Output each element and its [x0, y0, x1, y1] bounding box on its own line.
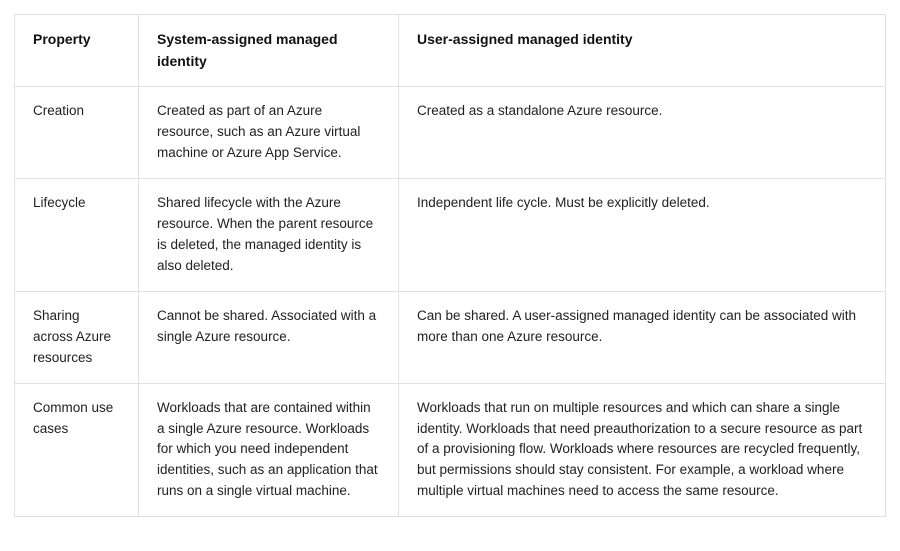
cell-system: Cannot be shared. Associated with a sing…: [139, 291, 399, 383]
identity-comparison-table: Property System-assigned managed identit…: [14, 14, 886, 517]
cell-property: Creation: [15, 87, 139, 179]
cell-property: Common use cases: [15, 383, 139, 517]
cell-system: Workloads that are contained within a si…: [139, 383, 399, 517]
cell-user: Workloads that run on multiple resources…: [399, 383, 886, 517]
header-property: Property: [15, 15, 139, 87]
cell-user: Can be shared. A user-assigned managed i…: [399, 291, 886, 383]
table-row: Creation Created as part of an Azure res…: [15, 87, 886, 179]
cell-user: Created as a standalone Azure resource.: [399, 87, 886, 179]
header-user: User-assigned managed identity: [399, 15, 886, 87]
cell-system: Created as part of an Azure resource, su…: [139, 87, 399, 179]
header-system: System-assigned managed identity: [139, 15, 399, 87]
cell-property: Lifecycle: [15, 179, 139, 292]
cell-user: Independent life cycle. Must be explicit…: [399, 179, 886, 292]
cell-property: Sharing across Azure resources: [15, 291, 139, 383]
cell-system: Shared lifecycle with the Azure resource…: [139, 179, 399, 292]
table-row: Lifecycle Shared lifecycle with the Azur…: [15, 179, 886, 292]
table-header-row: Property System-assigned managed identit…: [15, 15, 886, 87]
table-row: Sharing across Azure resources Cannot be…: [15, 291, 886, 383]
table-row: Common use cases Workloads that are cont…: [15, 383, 886, 517]
